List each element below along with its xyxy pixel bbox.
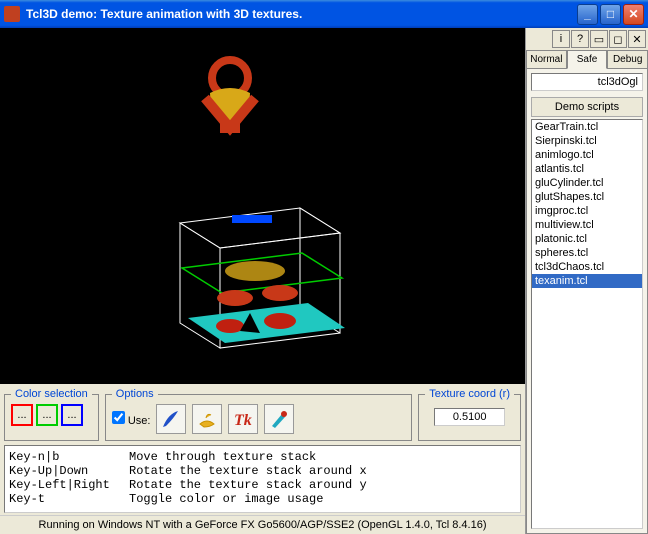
titlebar: Tcl3D demo: Texture animation with 3D te… xyxy=(0,0,648,28)
projected-texture xyxy=(170,48,290,148)
toolbar-btn-3[interactable]: ◻ xyxy=(609,30,627,48)
tab-normal[interactable]: Normal xyxy=(526,50,567,69)
feather-icon[interactable] xyxy=(156,404,186,434)
maximize-button[interactable]: □ xyxy=(600,4,621,25)
minimize-button[interactable]: _ xyxy=(577,4,598,25)
color-selection-group: Color selection ... ... ... xyxy=(4,388,99,441)
status-bar: Running on Windows NT with a GeForce FX … xyxy=(0,515,525,534)
options-group: Options Use: Tk xyxy=(105,388,413,441)
lamp-icon[interactable] xyxy=(192,404,222,434)
script-listbox[interactable]: GearTrain.tclSierpinski.tclanimlogo.tcla… xyxy=(531,119,643,529)
tk-logo-icon[interactable]: Tk xyxy=(228,404,258,434)
toolbar-btn-2[interactable]: ▭ xyxy=(590,30,608,48)
list-item[interactable]: platonic.tcl xyxy=(532,232,642,246)
list-item[interactable]: spheres.tcl xyxy=(532,246,642,260)
tab-debug[interactable]: Debug xyxy=(607,50,648,69)
opengl-viewport[interactable] xyxy=(0,28,525,384)
tab-safe[interactable]: Safe xyxy=(567,50,608,69)
use-checkbox[interactable] xyxy=(112,411,125,424)
list-item[interactable]: GearTrain.tcl xyxy=(532,120,642,134)
color-green-button[interactable]: ... xyxy=(36,404,58,426)
help-text: Key-n|bMove through texture stack Key-Up… xyxy=(4,445,521,513)
list-item[interactable]: glutShapes.tcl xyxy=(532,190,642,204)
texture-coord-group: Texture coord (r) 0.5100 xyxy=(418,388,521,441)
list-item[interactable]: Sierpinski.tcl xyxy=(532,134,642,148)
use-checkbox-label[interactable]: Use: xyxy=(112,411,151,427)
texture-coord-value: 0.5100 xyxy=(434,408,506,426)
color-red-button[interactable]: ... xyxy=(11,404,33,426)
toolbar-btn-0[interactable]: i xyxy=(552,30,570,48)
close-button[interactable]: ✕ xyxy=(623,4,644,25)
color-blue-button[interactable]: ... xyxy=(61,404,83,426)
package-input[interactable]: tcl3dOgl xyxy=(531,73,643,91)
list-item[interactable]: gluCylinder.tcl xyxy=(532,176,642,190)
texture-cube xyxy=(160,193,360,363)
controls-row: Color selection ... ... ... Options Use:… xyxy=(0,384,525,445)
list-item[interactable]: atlantis.tcl xyxy=(532,162,642,176)
list-item[interactable]: imgproc.tcl xyxy=(532,204,642,218)
toolbar-btn-1[interactable]: ? xyxy=(571,30,589,48)
list-item[interactable]: tcl3dChaos.tcl xyxy=(532,260,642,274)
list-item[interactable]: animlogo.tcl xyxy=(532,148,642,162)
app-icon xyxy=(4,6,20,22)
window-title: Tcl3D demo: Texture animation with 3D te… xyxy=(26,7,577,21)
side-panel: i?▭◻✕ NormalSafeDebug tcl3dOgl Demo scri… xyxy=(525,28,648,534)
brush-icon[interactable] xyxy=(264,404,294,434)
list-item[interactable]: multiview.tcl xyxy=(532,218,642,232)
demo-scripts-label: Demo scripts xyxy=(531,97,643,117)
svg-text:Tk: Tk xyxy=(234,412,252,429)
toolbar-btn-4[interactable]: ✕ xyxy=(628,30,646,48)
list-item[interactable]: texanim.tcl xyxy=(532,274,642,288)
